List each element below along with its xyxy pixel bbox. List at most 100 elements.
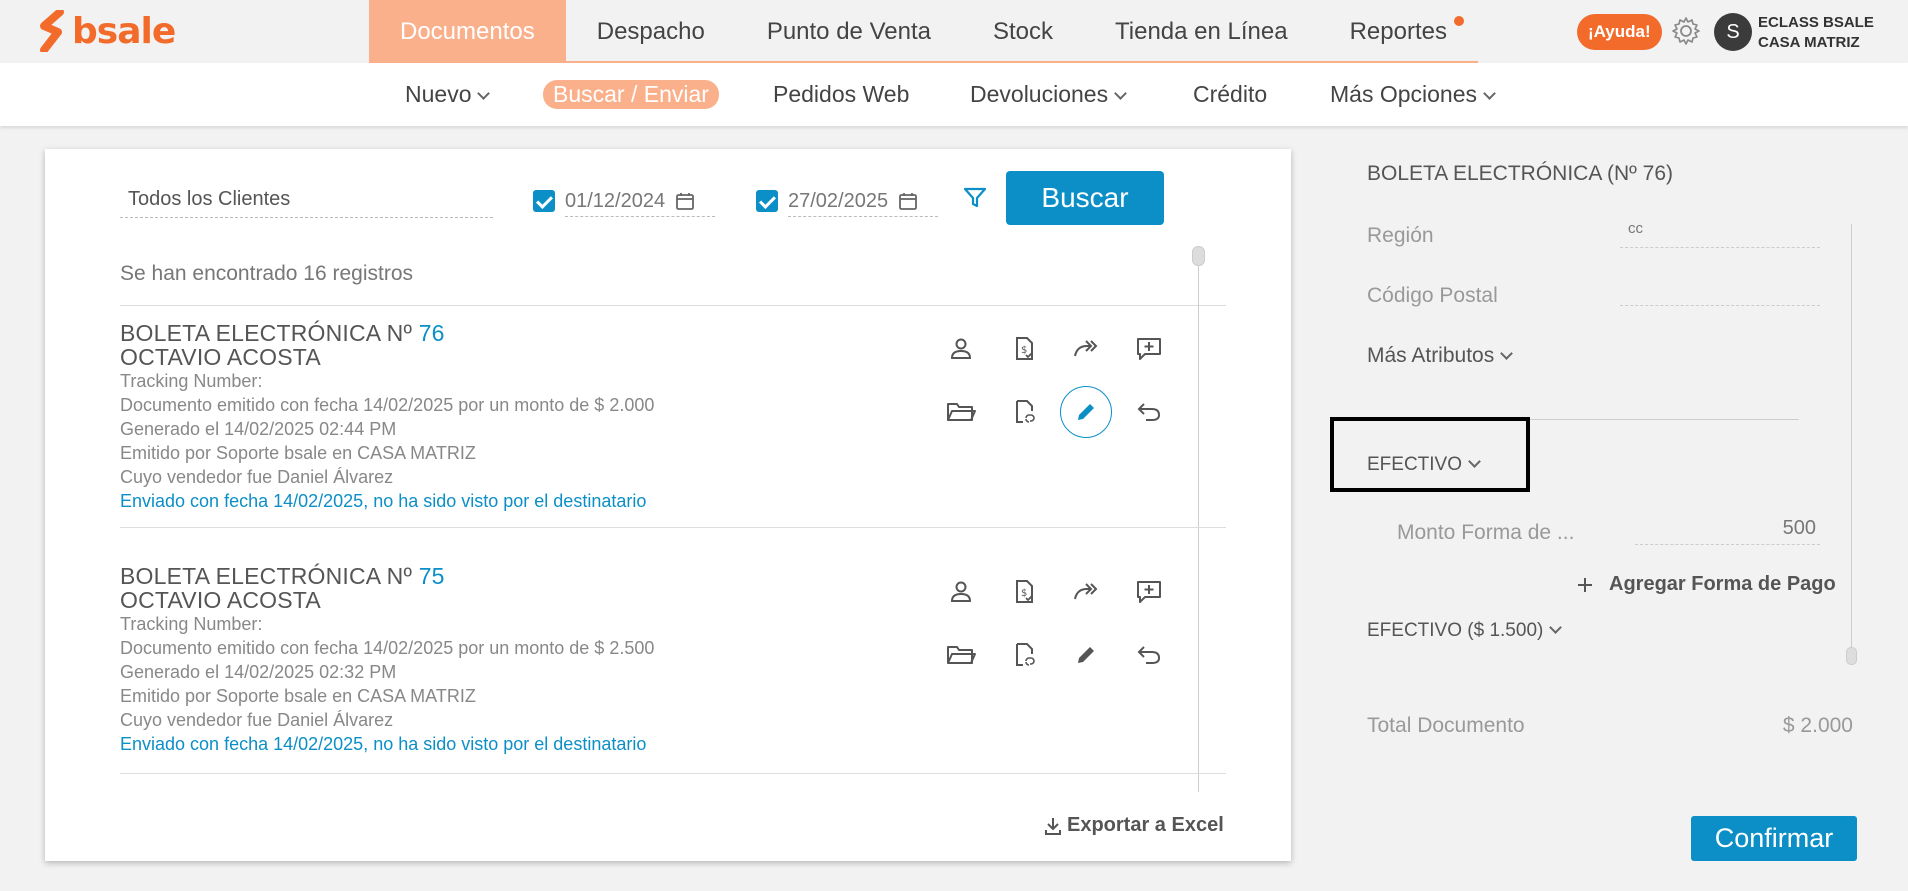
document-link-icon[interactable]: [998, 629, 1050, 681]
date-from-value: 01/12/2024: [565, 189, 666, 212]
payment-summary-dropdown[interactable]: EFECTIVO ($ 1.500): [1367, 620, 1563, 642]
export-excel-button[interactable]: Exportar a Excel: [1043, 814, 1224, 837]
subnav-nuevo[interactable]: Nuevo: [405, 80, 491, 109]
date-to-group: 27/02/2025: [756, 185, 938, 217]
chevron-down-icon: [477, 87, 491, 100]
forward-icon[interactable]: [1060, 323, 1112, 375]
subnav-mas-opciones[interactable]: Más Opciones: [1330, 80, 1496, 109]
document-issued: Documento emitido con fecha 14/02/2025 p…: [120, 395, 655, 415]
pencil-icon: [1078, 404, 1094, 420]
document-title[interactable]: BOLETA ELECTRÓNICA Nº 75: [120, 564, 1220, 588]
search-button[interactable]: Buscar: [1006, 171, 1164, 225]
chevron-down-icon: [1549, 621, 1563, 634]
date-from-group: 01/12/2024: [533, 185, 715, 217]
panel-scrollbar-thumb[interactable]: [1846, 647, 1857, 665]
bsale-logo[interactable]: bsale: [38, 10, 176, 52]
payment-document-icon[interactable]: $: [998, 323, 1050, 375]
subnav-devoluciones[interactable]: Devoluciones: [970, 80, 1127, 109]
document-number: 76: [418, 320, 445, 346]
subnav-label: Nuevo: [405, 81, 472, 107]
document-item: BOLETA ELECTRÓNICA Nº 75 OCTAVIO ACOSTA …: [120, 564, 1220, 756]
document-seller: Cuyo vendedor fue Daniel Álvarez: [120, 710, 394, 730]
document-client: OCTAVIO ACOSTA: [120, 587, 321, 613]
nav-documentos[interactable]: Documentos: [369, 0, 566, 63]
client-icon[interactable]: [935, 566, 987, 618]
add-comment-icon[interactable]: [1123, 566, 1175, 618]
notification-dot: [1453, 16, 1464, 26]
document-title[interactable]: BOLETA ELECTRÓNICA Nº 76: [120, 321, 1220, 345]
download-icon: [1045, 817, 1061, 835]
bsale-logo-icon: [40, 10, 64, 52]
document-type: BOLETA ELECTRÓNICA Nº: [120, 320, 413, 346]
edit-button[interactable]: [1060, 386, 1112, 438]
subnav-pedidos-web[interactable]: Pedidos Web: [773, 80, 909, 109]
payment-document-icon[interactable]: $: [998, 566, 1050, 618]
subnav-buscar-enviar[interactable]: Buscar / Enviar: [543, 80, 719, 109]
divider: [120, 773, 1226, 774]
help-button[interactable]: ¡Ayuda!: [1577, 14, 1662, 50]
nav-punto-de-venta[interactable]: Punto de Venta: [736, 0, 962, 63]
tracking-number: Tracking Number:: [120, 371, 263, 391]
nav-reportes[interactable]: Reportes: [1319, 0, 1478, 63]
filter-icon[interactable]: [963, 187, 987, 214]
date-to-checkbox[interactable]: [756, 190, 778, 212]
results-scrollbar-thumb[interactable]: [1192, 246, 1205, 266]
tracking-number: Tracking Number:: [120, 614, 263, 634]
document-generated: Generado el 14/02/2025 02:44 PM: [120, 419, 397, 439]
document-number: 75: [418, 563, 445, 589]
payment-amount-field[interactable]: 500: [1635, 517, 1820, 545]
nav-label: Punto de Venta: [766, 18, 931, 45]
nav-despacho[interactable]: Despacho: [566, 0, 736, 63]
brand-name: bsale: [72, 10, 176, 52]
subnav-credito[interactable]: Crédito: [1193, 80, 1267, 109]
export-label: Exportar a Excel: [1067, 814, 1224, 836]
more-attributes-toggle[interactable]: Más Atributos: [1367, 344, 1514, 368]
date-to-field[interactable]: 27/02/2025: [788, 185, 938, 217]
confirm-button[interactable]: Confirmar: [1691, 816, 1857, 861]
calendar-icon[interactable]: [898, 191, 918, 211]
document-client: OCTAVIO ACOSTA: [120, 344, 321, 370]
panel-scrollbar-track[interactable]: [1851, 224, 1852, 654]
add-payment-method-button[interactable]: Agregar Forma de Pago: [1577, 573, 1836, 596]
client-icon[interactable]: [935, 323, 987, 375]
postal-code-label: Código Postal: [1367, 284, 1498, 307]
date-from-field[interactable]: 01/12/2024: [565, 185, 715, 217]
subnav-label: Devoluciones: [970, 81, 1109, 107]
payment-method-label: EFECTIVO: [1367, 454, 1463, 475]
avatar[interactable]: S: [1714, 13, 1752, 51]
account-info[interactable]: ECLASS BSALE CASA MATRIZ: [1758, 13, 1874, 53]
document-link-icon[interactable]: [998, 386, 1050, 438]
document-emitted-by: Emitido por Soporte bsale en CASA MATRIZ: [120, 443, 476, 463]
client-input[interactable]: [120, 182, 493, 218]
gear-icon[interactable]: [1670, 15, 1702, 52]
undo-return-icon[interactable]: [1123, 629, 1175, 681]
total-value: $ 2.000: [1782, 714, 1853, 737]
chevron-down-icon: [1483, 87, 1496, 100]
forward-icon[interactable]: [1060, 566, 1112, 618]
calendar-icon[interactable]: [675, 191, 695, 211]
total-label: Total Documento: [1367, 714, 1525, 737]
payment-method-dropdown[interactable]: EFECTIVO: [1367, 454, 1481, 476]
undo-return-icon[interactable]: [1123, 386, 1175, 438]
edit-button[interactable]: [1060, 629, 1112, 681]
nav-tienda-en-linea[interactable]: Tienda en Línea: [1084, 0, 1319, 63]
payment-summary-label: EFECTIVO ($ 1.500): [1367, 620, 1544, 641]
account-company: ECLASS BSALE: [1758, 14, 1874, 31]
date-from-checkbox[interactable]: [533, 190, 555, 212]
main-nav: Documentos Despacho Punto de Venta Stock…: [369, 0, 1478, 63]
panel-title: BOLETA ELECTRÓNICA (Nº 76): [1367, 162, 1674, 185]
subnav-label: Pedidos Web: [773, 81, 910, 107]
document-sent-status: Enviado con fecha 14/02/2025, no ha sido…: [120, 734, 647, 754]
document-emitted-by: Emitido por Soporte bsale en CASA MATRIZ: [120, 686, 476, 706]
nav-label: Reportes: [1349, 18, 1447, 45]
nav-stock[interactable]: Stock: [962, 0, 1084, 63]
folder-icon[interactable]: [935, 386, 987, 438]
postal-code-field[interactable]: [1620, 278, 1820, 306]
nav-label: Stock: [992, 18, 1053, 45]
search-results-card: 01/12/2024 27/02/2025 Buscar Se han enco…: [45, 149, 1291, 861]
add-comment-icon[interactable]: [1123, 323, 1175, 375]
folder-icon[interactable]: [935, 629, 987, 681]
region-field[interactable]: cc: [1620, 220, 1820, 248]
document-issued: Documento emitido con fecha 14/02/2025 p…: [120, 638, 655, 658]
add-payment-label: Agregar Forma de Pago: [1609, 573, 1836, 595]
